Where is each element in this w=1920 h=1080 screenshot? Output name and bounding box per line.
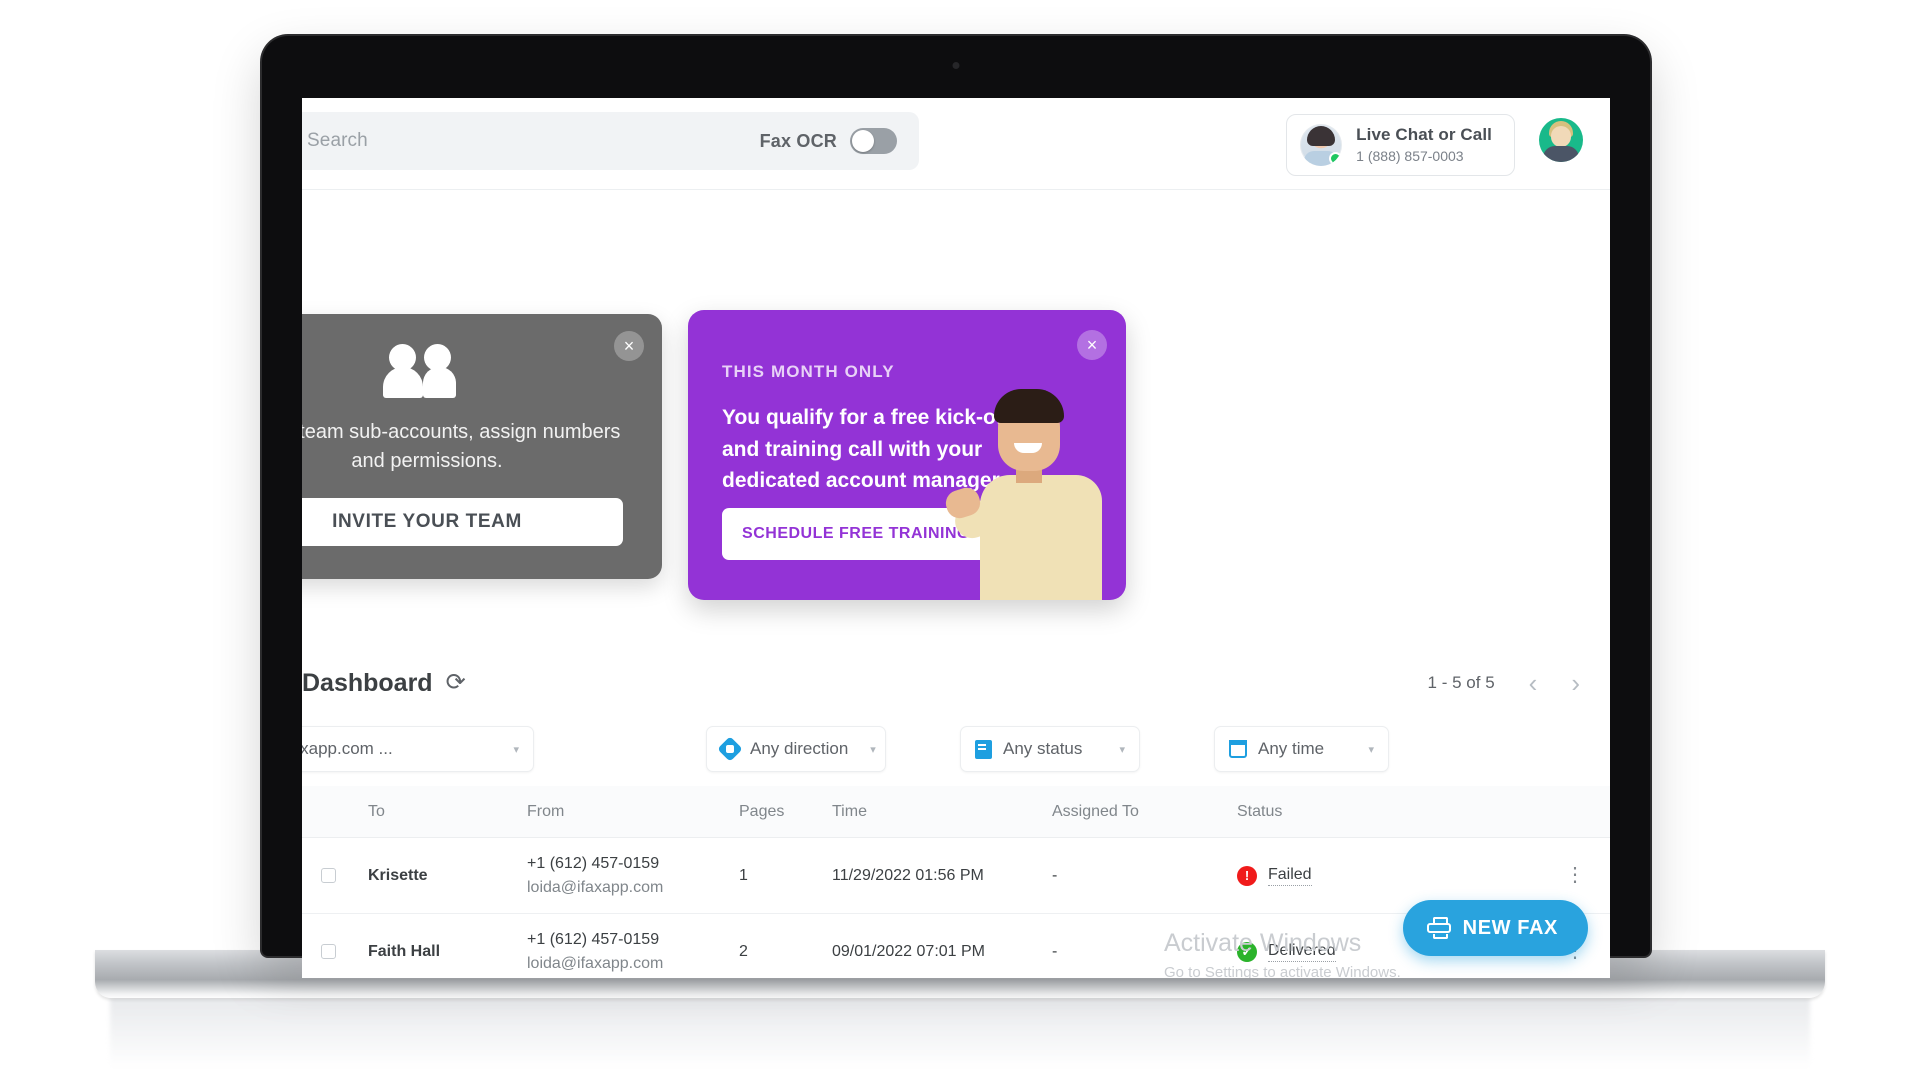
cell-time: 09/01/2022 07:01 PM (832, 942, 986, 960)
pagination: 1 - 5 of 5 ‹ › (1428, 670, 1580, 696)
chevron-down-icon: ▾ (513, 743, 519, 756)
chevron-down-icon: ▾ (1119, 743, 1125, 756)
table-header-row: To From Pages Time Assigned To Status (302, 786, 1610, 838)
new-fax-button[interactable]: NEW FAX (1402, 900, 1588, 956)
direction-icon (717, 736, 743, 762)
cell-from-phone: +1 (612) 457-0159 (527, 854, 660, 872)
screenshot-stage: Search Fax OCR Live Chat or Call 1 (888)… (0, 0, 1920, 1080)
live-chat-title: Live Chat or Call (1356, 125, 1492, 144)
avatar-face (1551, 126, 1571, 147)
invite-team-body: Create team sub-accounts, assign numbers… (302, 421, 621, 472)
fax-ocr-toggle-group[interactable]: Fax OCR (760, 128, 897, 154)
cell-to: Faith Hall (368, 942, 441, 960)
column-header-pages: Pages (739, 802, 785, 820)
column-header-assigned-to: Assigned To (1052, 802, 1139, 820)
promo-kicker: THIS MONTH ONLY (722, 362, 895, 381)
cell-pages: 2 (739, 942, 748, 960)
promo-person-photo (942, 385, 1118, 600)
app-header: Search Fax OCR Live Chat or Call 1 (888)… (302, 98, 1610, 190)
status-failed-icon: ! (1237, 865, 1257, 886)
cell-from-email: loida@ifaxapp.com (527, 878, 664, 896)
fax-machine-icon (1426, 917, 1451, 939)
row-actions-button[interactable]: ⋮ (1540, 864, 1610, 886)
cell-to: Krisette (368, 866, 428, 884)
column-header-time: Time (832, 802, 867, 820)
filter-status[interactable]: Any status ▾ (960, 726, 1140, 772)
row-checkbox[interactable] (302, 868, 342, 883)
cell-pages: 1 (739, 866, 748, 884)
next-page-icon[interactable]: › (1571, 670, 1580, 696)
pagination-count: 1 - 5 of 5 (1427, 673, 1495, 692)
dashboard-title-text: Dashboard (302, 668, 433, 697)
team-people-icon (383, 344, 471, 398)
column-header-status: Status (1237, 802, 1283, 820)
filter-account[interactable]: loida@ifaxapp.com ... ▾ (302, 726, 534, 772)
user-avatar[interactable] (1539, 118, 1583, 162)
column-header-from: From (527, 802, 565, 820)
close-icon[interactable]: × (1077, 330, 1107, 360)
invite-team-card: × Create team sub-accounts, assign numbe… (302, 314, 662, 579)
filter-account-label: loida@ifaxapp.com ... (302, 739, 393, 758)
app-screen: Search Fax OCR Live Chat or Call 1 (888)… (302, 98, 1610, 978)
table-row[interactable]: Krisette +1 (612) 457-0159 loida@ifaxapp… (302, 838, 1610, 914)
filter-time[interactable]: Any time ▾ (1214, 726, 1389, 772)
chevron-down-icon: ▾ (1368, 743, 1374, 756)
column-header-to: To (368, 802, 385, 820)
cell-from-email: loida@ifaxapp.com (527, 954, 664, 972)
cell-from-phone: +1 (612) 457-0159 (527, 930, 660, 948)
close-icon[interactable]: × (614, 331, 644, 361)
refresh-icon[interactable]: ⟳ (446, 671, 466, 695)
cell-from: +1 (612) 457-0159 loida@ifaxapp.com (527, 852, 722, 900)
search-placeholder: Search (307, 130, 368, 151)
filter-direction[interactable]: Any direction ▾ (706, 726, 886, 772)
filter-direction-label: Any direction (750, 739, 849, 758)
filter-bar: loida@ifaxapp.com ... ▾ Any direction ▾ … (302, 710, 1610, 788)
live-chat-phone: 1 (888) 857-0003 (1356, 148, 1464, 165)
status-delivered-icon: ✓ (1237, 941, 1257, 962)
status-label: Delivered (1268, 942, 1336, 962)
row-checkbox[interactable] (302, 944, 342, 959)
fax-ocr-label: Fax OCR (759, 130, 837, 151)
fax-ocr-toggle[interactable] (850, 128, 897, 154)
new-fax-label: NEW FAX (1462, 916, 1558, 939)
avatar-body (1543, 146, 1579, 162)
cell-assigned-to: - (1052, 942, 1058, 960)
chevron-down-icon: ▾ (870, 743, 876, 756)
online-status-dot (1329, 152, 1343, 166)
agent-avatar (1300, 124, 1343, 167)
filter-status-label: Any status (1003, 739, 1083, 758)
status-doc-icon (975, 739, 992, 759)
cell-time: 11/29/2022 01:56 PM (832, 866, 984, 884)
more-vertical-icon: ⋮ (1565, 864, 1585, 886)
schedule-free-training-button[interactable]: SCHEDULE FREE TRAINING (722, 508, 990, 560)
calendar-icon (1229, 740, 1247, 758)
cell-status: ! Failed (1237, 865, 1540, 886)
webcam-icon (952, 62, 960, 69)
dashboard-title-row: Dashboard ⟳ 1 - 5 of 5 ‹ › (302, 654, 1610, 712)
search-input[interactable]: Search Fax OCR (302, 112, 919, 170)
laptop-lid: Search Fax OCR Live Chat or Call 1 (888)… (262, 36, 1650, 978)
page-title: Dashboard ⟳ (302, 669, 466, 698)
prev-page-icon[interactable]: ‹ (1529, 670, 1538, 696)
promo-card: × THIS MONTH ONLY You qualify for a free… (688, 310, 1126, 600)
status-label: Failed (1268, 866, 1312, 886)
live-chat-button[interactable]: Live Chat or Call 1 (888) 857-0003 (1286, 114, 1515, 177)
cell-from: +1 (612) 457-0159 loida@ifaxapp.com (527, 928, 722, 976)
cell-assigned-to: - (1052, 866, 1058, 884)
filter-time-label: Any time (1258, 739, 1325, 758)
laptop-reflection (110, 998, 1810, 1068)
status-badge: ! Failed (1237, 865, 1540, 886)
invite-your-team-button[interactable]: INVITE YOUR TEAM (302, 498, 623, 546)
